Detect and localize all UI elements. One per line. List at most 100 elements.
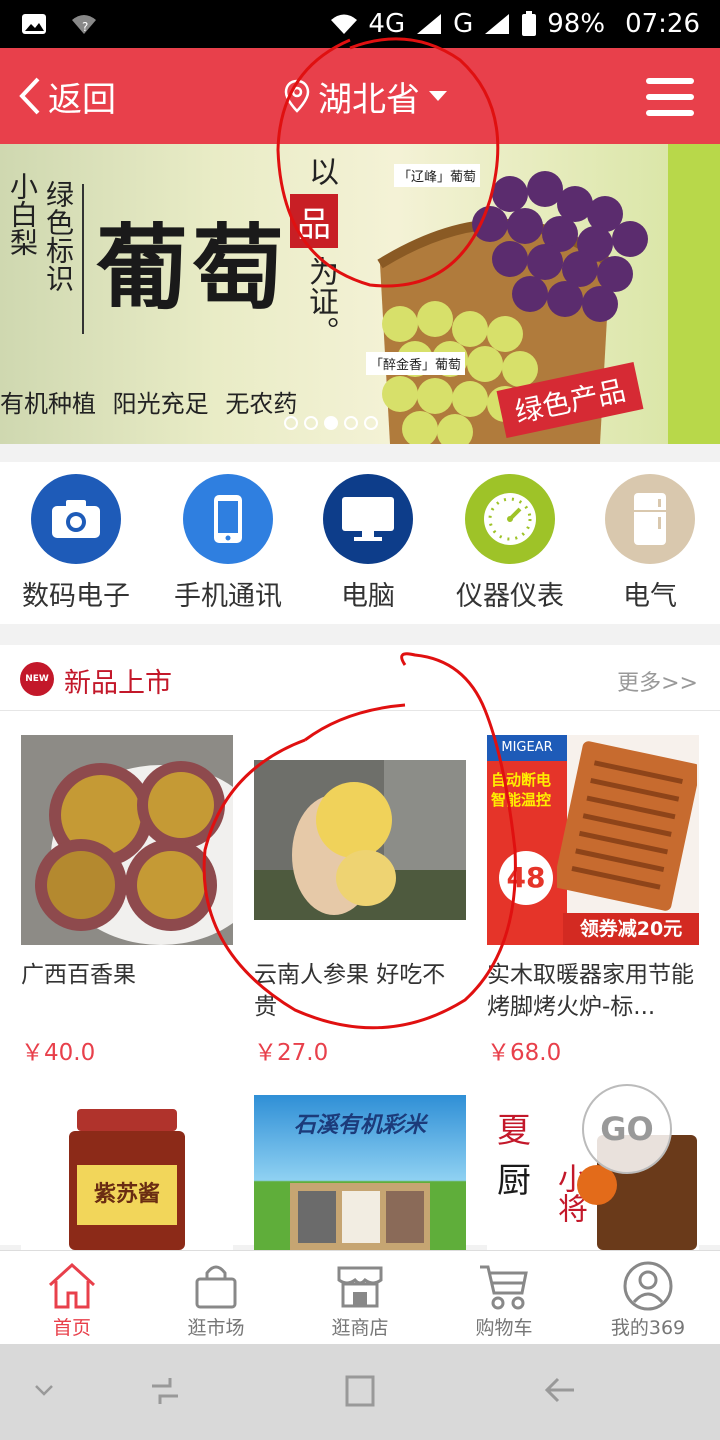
product-card[interactable]: 紫苏酱 (21, 1095, 233, 1250)
pagination-dot[interactable] (364, 416, 378, 430)
pagination-dot[interactable] (344, 416, 358, 430)
category-label: 电气 (623, 581, 677, 612)
wifi-icon (331, 14, 358, 34)
tab-label: 首页 (52, 1317, 91, 1339)
user-icon (623, 1261, 673, 1311)
banner-label-1: 「辽峰」葡萄 (394, 164, 481, 187)
phone-icon (183, 474, 273, 564)
status-bar: ? 4G G 98% 07:26 (0, 0, 720, 48)
banner-seal: 品 (290, 194, 338, 248)
app-header: 返回 湖北省 (0, 48, 720, 144)
go-button[interactable]: GO (582, 1084, 672, 1174)
pagination-dot[interactable] (284, 416, 298, 430)
region-label: 湖北省 (318, 79, 420, 120)
banner-headline: 葡萄 (96, 214, 289, 322)
category-electrical[interactable]: 电气 (580, 474, 720, 613)
tab-mine[interactable]: 我的369 (576, 1259, 720, 1340)
recent-apps-icon[interactable] (148, 1374, 182, 1408)
clock-time: 07:26 (625, 9, 700, 39)
store-icon (337, 1266, 383, 1308)
sauce-label: 紫苏酱 (77, 1165, 177, 1225)
banner-vertical-text-2: 绿色标识 (42, 180, 75, 292)
promo-banner[interactable]: 小白梨 绿色标识 葡萄 有机种植 阳光充足 无农药 以 品 为证。 「辽峰」葡萄… (0, 144, 720, 444)
category-computer[interactable]: 电脑 (298, 474, 438, 613)
product-image-sauce: 紫苏酱 (21, 1095, 233, 1250)
battery-icon (522, 11, 537, 36)
product-title: 实木取暖器家用节能烤脚烤火炉-标... (487, 962, 694, 1020)
heater-text-2: 智能温控 (491, 791, 552, 809)
category-digital[interactable]: 数码电子 (6, 474, 146, 613)
tab-home[interactable]: 首页 (0, 1259, 144, 1340)
tab-label: 逛商店 (331, 1317, 389, 1339)
system-nav-bar (0, 1344, 720, 1440)
product-image-pepino (254, 735, 466, 945)
caret-down-icon (429, 91, 447, 101)
product-price: ￥40.0 (21, 1040, 96, 1066)
product-card[interactable]: 广西百香果 ￥40.0 (21, 735, 233, 1067)
banner-label-2: 「醉金香」葡萄 (366, 352, 466, 375)
banner-side-text-bottom: 为证。 (303, 256, 338, 346)
product-card[interactable]: 云南人参果 好吃不贵 ￥27.0 (254, 735, 466, 1067)
svg-text:?: ? (82, 20, 88, 34)
region-selector[interactable]: 湖北省 (284, 48, 448, 144)
chevron-down-icon[interactable] (34, 1384, 54, 1398)
heater-brand: MIGEAR (487, 735, 567, 761)
signal-icon-2 (485, 14, 510, 34)
rice-title: 石溪有机彩米 (293, 1113, 426, 1138)
product-image-rice: 石溪有机彩米 (254, 1095, 466, 1250)
tab-market[interactable]: 逛市场 (144, 1259, 288, 1340)
section-header: NEW 新品上市 更多>> (0, 645, 720, 711)
category-instruments[interactable]: 仪器仪表 (440, 474, 580, 613)
banner-tagline: 有机种植 阳光充足 无农药 (0, 391, 298, 418)
heater-text: 自动断电 (491, 771, 552, 789)
cart-icon (480, 1265, 528, 1310)
section-title: 新品上市 (64, 668, 172, 699)
heater-price-circle: 48 (499, 851, 553, 905)
pagination-dot[interactable] (304, 416, 318, 430)
network-label: 4G (368, 9, 406, 39)
back-label: 返回 (48, 79, 116, 120)
chef-char-2: 厨 (497, 1161, 531, 1201)
banner-pagination (284, 416, 378, 430)
more-link[interactable]: 更多>> (617, 665, 698, 697)
clock-icon (465, 474, 555, 564)
product-title: 广西百香果 (21, 962, 136, 988)
back-button[interactable]: 返回 (18, 48, 116, 144)
category-label: 数码电子 (22, 581, 130, 612)
pagination-dot-active[interactable] (324, 416, 338, 430)
home-icon (48, 1262, 96, 1309)
category-label: 手机通讯 (174, 581, 282, 612)
product-card[interactable]: 石溪有机彩米 (254, 1095, 466, 1250)
bottom-tab-bar: 首页 逛市场 逛商店 购物车 我的369 (0, 1250, 720, 1344)
camera-icon (31, 474, 121, 564)
menu-button[interactable] (646, 78, 694, 116)
wifi-unknown-icon: ? (72, 15, 96, 34)
category-mobile[interactable]: 手机通讯 (158, 474, 298, 613)
category-row: 数码电子 手机通讯 电脑 仪器仪表 电气 (0, 462, 720, 624)
product-title: 云南人参果 好吃不贵 (254, 962, 446, 1020)
banner-side-text-top: 以 (303, 156, 338, 186)
battery-percent: 98% (547, 9, 606, 39)
product-card[interactable]: MIGEAR 自动断电 智能温控 48 领券减20元 实木取暖器家用节能烤脚烤火… (487, 735, 699, 1067)
location-pin-icon (284, 79, 310, 113)
network-label-2: G (453, 9, 474, 39)
product-image-heater: MIGEAR 自动断电 智能温控 48 领券减20元 (487, 735, 699, 945)
image-notification-icon (22, 14, 46, 34)
product-image-passion-fruit (21, 735, 233, 945)
monitor-icon (323, 474, 413, 564)
home-nav-icon[interactable] (344, 1374, 376, 1408)
tab-label: 逛市场 (187, 1317, 245, 1339)
bag-icon (195, 1265, 237, 1309)
tab-label: 我的369 (610, 1317, 686, 1339)
chef-char-1: 夏 (497, 1111, 531, 1151)
fridge-icon (605, 474, 695, 564)
back-arrow-icon[interactable] (544, 1374, 576, 1406)
product-price: ￥27.0 (254, 1040, 329, 1066)
tab-stores[interactable]: 逛商店 (288, 1259, 432, 1340)
category-label: 电脑 (341, 581, 395, 612)
tab-label: 购物车 (475, 1317, 533, 1339)
product-price: ￥68.0 (487, 1040, 562, 1066)
new-badge-icon: NEW (20, 662, 54, 696)
tab-cart[interactable]: 购物车 (432, 1259, 576, 1340)
banner-next-edge (668, 144, 720, 444)
